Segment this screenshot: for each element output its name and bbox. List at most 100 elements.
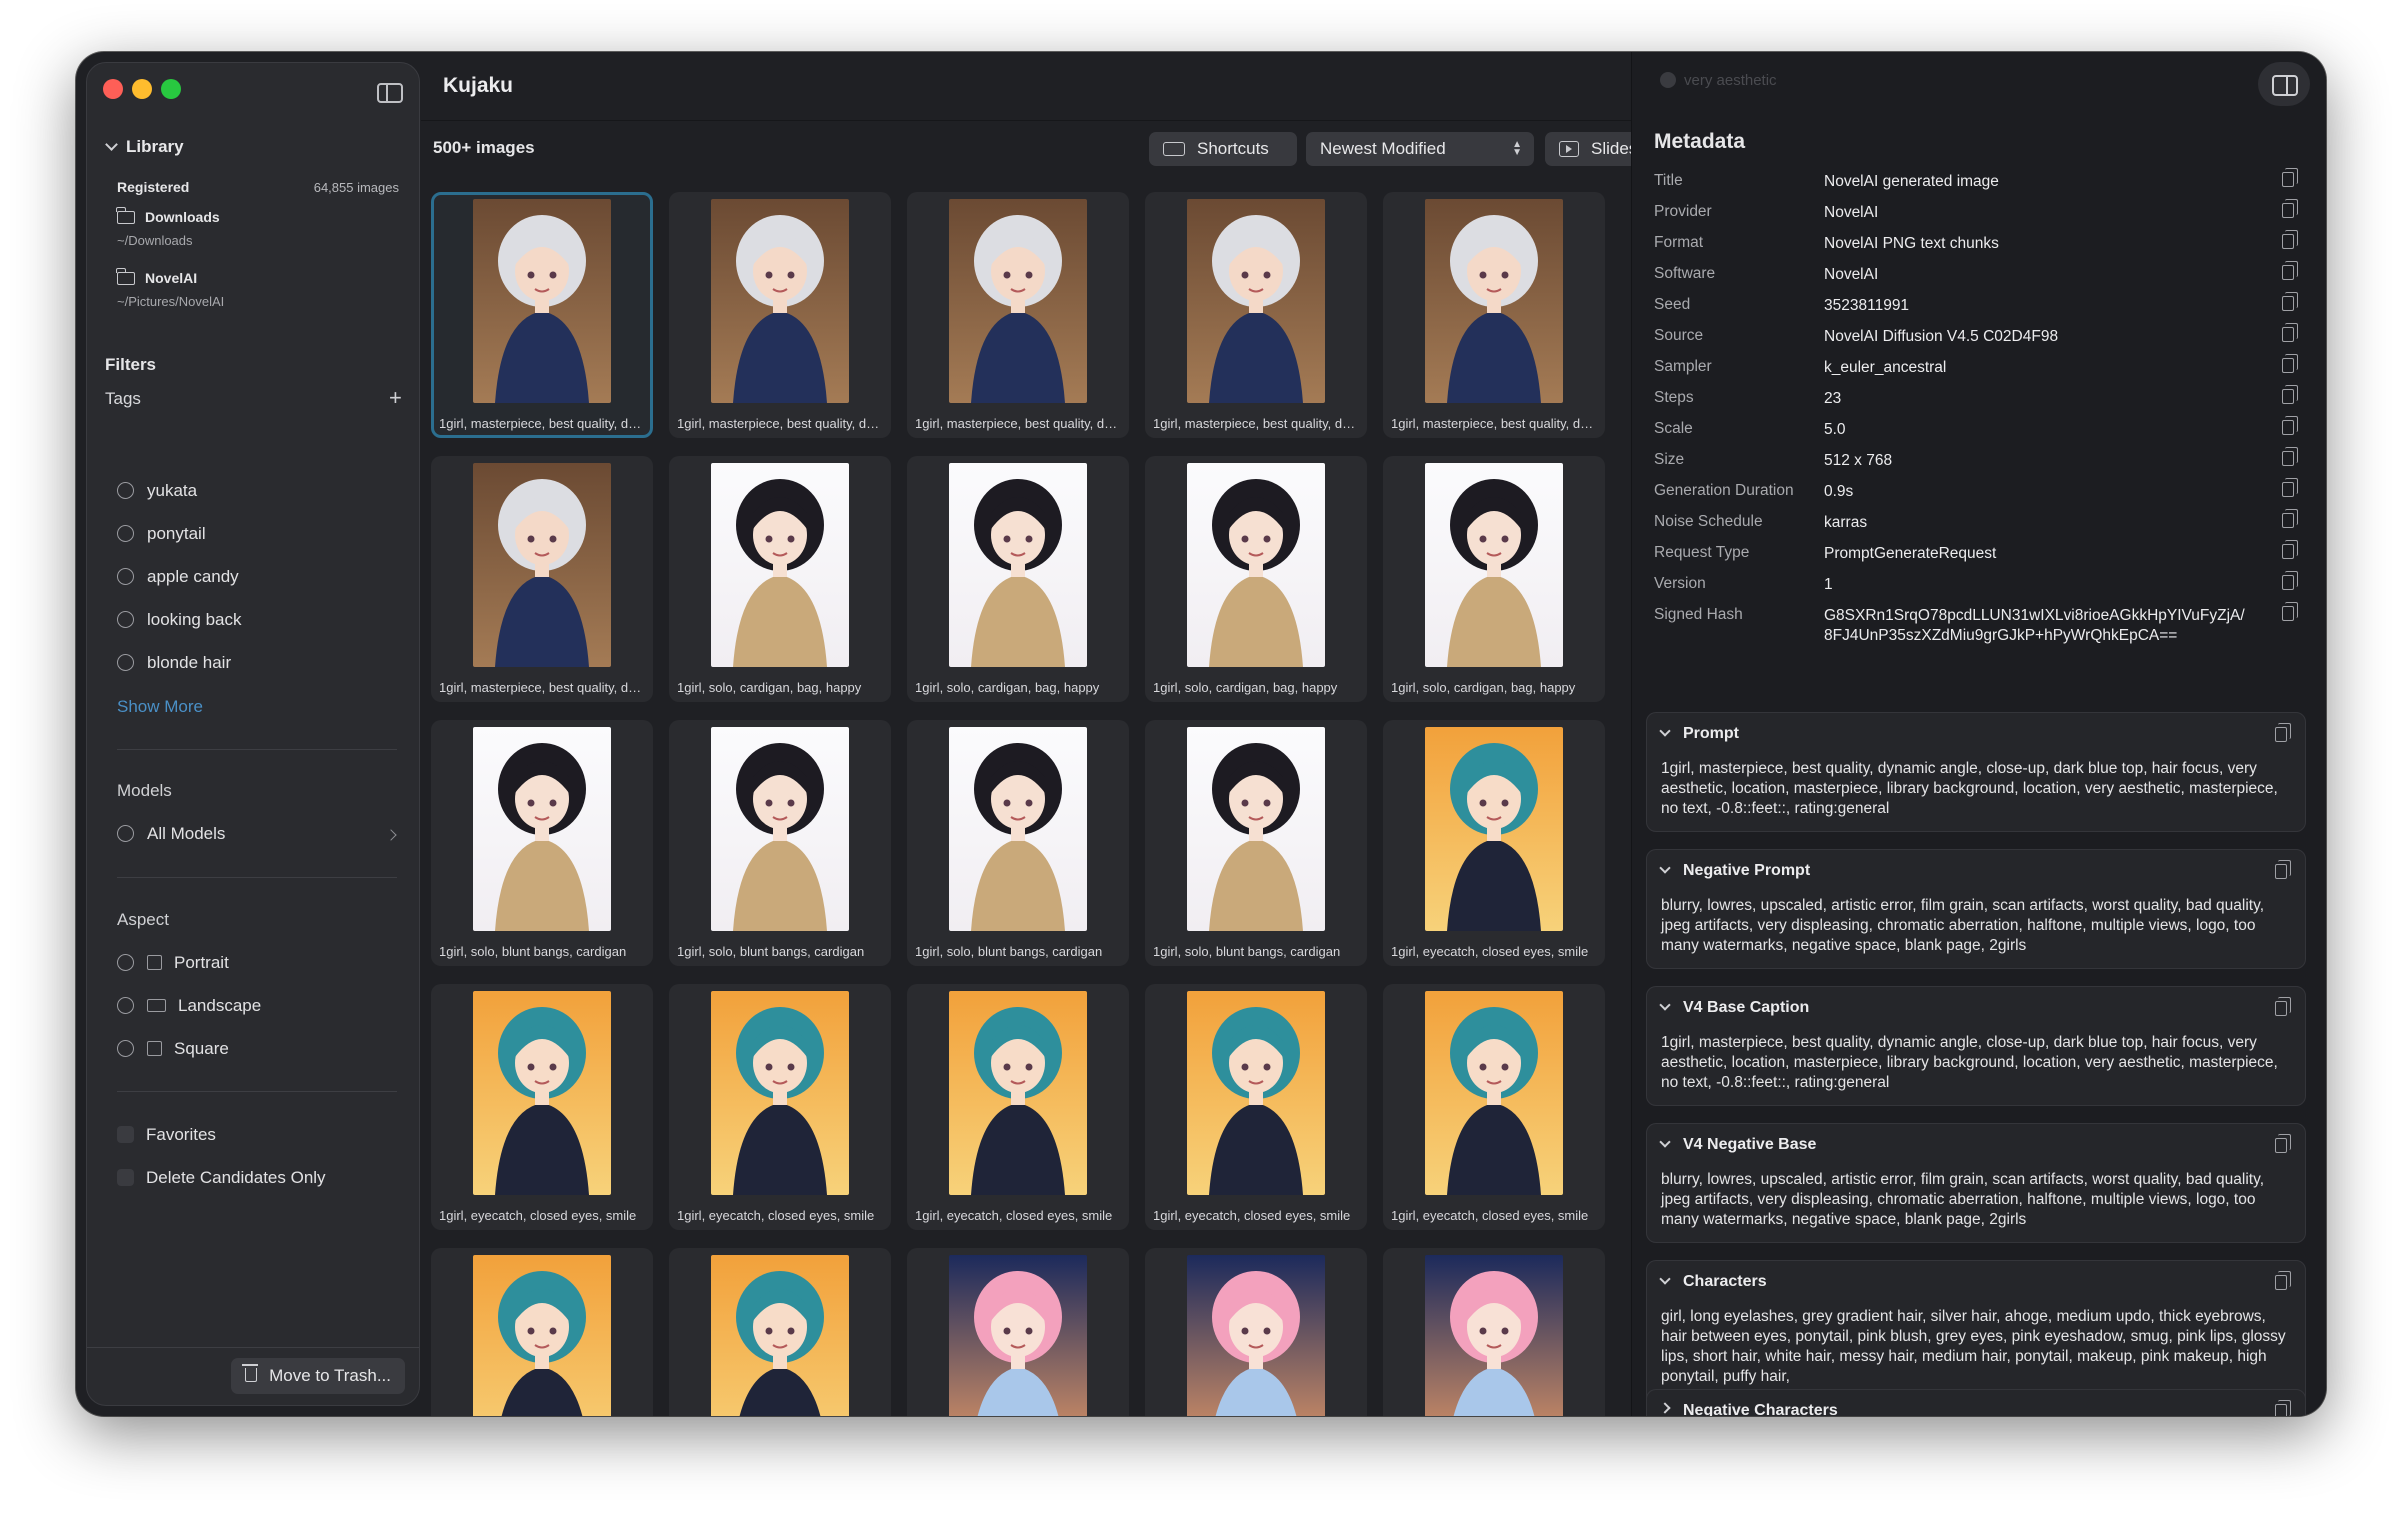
tag-yukata[interactable]: yukata [117,481,197,501]
show-more-link[interactable]: Show More [117,697,203,717]
copy-icon[interactable] [2282,416,2298,435]
thumbnail-caption: 1girl, eyecatch, closed eyes, smile [1153,1208,1351,1223]
image-thumbnail-cell[interactable]: 1girl, eyecatch, closed eyes, smile [431,984,653,1230]
sort-select[interactable]: Newest Modified ▲ ▼ [1306,132,1534,166]
thumbnail-image [711,727,849,931]
image-thumbnail-cell[interactable]: 1girl, solo, cardigan, bag, happy [1145,456,1367,702]
image-thumbnail-cell[interactable]: 1girl, eyecatch, closed eyes, smile [907,984,1129,1230]
copy-icon[interactable] [2282,168,2298,187]
section-negative-characters[interactable]: Negative Characters [1646,1389,2306,1416]
image-thumbnail-cell[interactable]: 1girl, masterpiece, best quality, dynami… [431,192,653,438]
copy-icon[interactable] [2282,509,2298,528]
thumbnail-image [949,727,1087,931]
copy-icon[interactable] [2282,540,2298,559]
copy-icon[interactable] [2275,1134,2291,1153]
image-thumbnail-cell[interactable]: 1girl, solo, blunt bangs, cardigan [907,720,1129,966]
tag-blonde-hair[interactable]: blonde hair [117,653,231,673]
aspect-square[interactable]: Square [117,1039,229,1059]
delete-candidates-checkbox[interactable]: Delete Candidates Only [117,1168,326,1188]
copy-icon[interactable] [2275,723,2291,742]
image-thumbnail-cell[interactable]: 1girl, masterpiece, best quality, dynami… [1145,192,1367,438]
copy-icon[interactable] [2282,478,2298,497]
copy-icon[interactable] [2282,230,2298,249]
image-thumbnail-cell[interactable]: 1girl, solo, blunt bangs, cardigan [669,720,891,966]
copy-icon[interactable] [2275,997,2291,1016]
metadata-key: Steps [1654,389,1694,406]
image-thumbnail-cell[interactable]: 1girl, eyecatch, closed eyes, smile [1145,984,1367,1230]
copy-icon[interactable] [2282,571,2298,590]
folder-downloads[interactable]: Downloads ~/Downloads [116,207,397,248]
section-header[interactable]: V4 Negative Base [1659,1136,1816,1154]
chevron-down-icon [1659,999,1671,1011]
thumbnail-caption: 1girl, masterpiece, best quality, dynami… [439,416,647,431]
registered-label[interactable]: Registered [117,179,189,195]
metadata-value: 0.9s [1824,483,1854,500]
image-thumbnail-cell[interactable]: 1girl, solo, blunt bangs, cardigan [431,720,653,966]
copy-icon[interactable] [2282,602,2298,621]
image-thumbnail-cell[interactable]: 1girl, eyecatch, closed eyes, smile [669,984,891,1230]
all-models-option[interactable]: All Models [117,824,225,844]
image-thumbnail-cell[interactable] [1383,1248,1605,1416]
thumbnail-caption: 1girl, solo, cardigan, bag, happy [1153,680,1338,695]
library-header[interactable]: Library [105,137,184,157]
copy-icon[interactable] [2275,860,2291,879]
aspect-landscape[interactable]: Landscape [117,996,261,1016]
image-thumbnail-cell[interactable] [1145,1248,1367,1416]
shortcuts-button[interactable]: Shortcuts [1149,132,1297,166]
chevron-down-icon [1659,1273,1671,1285]
zoom-window-button[interactable] [161,79,181,99]
image-thumbnail-cell[interactable] [669,1248,891,1416]
copy-icon[interactable] [2282,199,2298,218]
sidebar-toggle-icon[interactable] [377,83,403,103]
image-grid: 1girl, masterpiece, best quality, dynami… [431,192,1621,1416]
image-thumbnail-cell[interactable]: 1girl, solo, cardigan, bag, happy [669,456,891,702]
section-prompt[interactable]: Prompt 1girl, masterpiece, best quality, … [1646,712,2306,832]
close-window-button[interactable] [103,79,123,99]
copy-icon[interactable] [2275,1400,2291,1416]
copy-icon[interactable] [2282,447,2298,466]
section-negative-prompt[interactable]: Negative Prompt blurry, lowres, upscaled,… [1646,849,2306,969]
inspector-panel: very aesthetic Metadata Title NovelAI gen… [1631,52,2326,1416]
image-thumbnail-cell[interactable]: 1girl, masterpiece, best quality, dynami… [907,192,1129,438]
copy-icon[interactable] [2282,354,2298,373]
image-thumbnail-cell[interactable]: 1girl, solo, cardigan, bag, happy [907,456,1129,702]
image-thumbnail-cell[interactable]: 1girl, masterpiece, best quality, dynami… [431,456,653,702]
metadata-key: Signed Hash [1654,606,1743,623]
section-header[interactable]: V4 Base Caption [1659,999,1809,1017]
copy-icon[interactable] [2282,261,2298,280]
folder-novelai[interactable]: NovelAI ~/Pictures/NovelAI [116,268,397,309]
minimize-window-button[interactable] [132,79,152,99]
tag-looking-back[interactable]: looking back [117,610,242,630]
radio-icon [117,654,134,671]
section-header[interactable]: Negative Characters [1659,1402,1838,1416]
image-thumbnail-cell[interactable]: 1girl, masterpiece, best quality, dynami… [669,192,891,438]
section-header[interactable]: Characters [1659,1273,1767,1291]
image-thumbnail-cell[interactable]: 1girl, eyecatch, closed eyes, smile [1383,720,1605,966]
copy-icon[interactable] [2282,385,2298,404]
metadata-value: G8SXRn1SrqO78pcdLLUN31wIXLvi8rioeAGkkHpY… [1824,607,2245,644]
inspector-toggle-icon[interactable] [2258,62,2310,106]
chevron-down-icon [1659,862,1671,874]
tag-ponytail[interactable]: ponytail [117,524,206,544]
section-header[interactable]: Negative Prompt [1659,862,1810,880]
copy-icon[interactable] [2275,1271,2291,1290]
image-thumbnail-cell[interactable]: 1girl, eyecatch, closed eyes, smile [1383,984,1605,1230]
keyboard-icon [1163,142,1185,156]
add-tag-icon[interactable]: + [389,387,402,409]
aspect-portrait[interactable]: Portrait [117,953,229,973]
copy-icon[interactable] [2282,323,2298,342]
tag-apple-candy[interactable]: apple candy [117,567,239,587]
chevron-right-icon[interactable] [385,829,397,841]
favorites-checkbox[interactable]: Favorites [117,1125,216,1145]
image-thumbnail-cell[interactable]: 1girl, solo, blunt bangs, cardigan [1145,720,1367,966]
move-to-trash-button[interactable]: Move to Trash... [231,1358,405,1394]
section-header[interactable]: Prompt [1659,725,1739,743]
thumbnail-image [473,463,611,667]
section-v4-base-caption[interactable]: V4 Base Caption 1girl, masterpiece, best … [1646,986,2306,1106]
image-thumbnail-cell[interactable]: 1girl, masterpiece, best quality, dynami… [1383,192,1605,438]
image-thumbnail-cell[interactable] [431,1248,653,1416]
image-thumbnail-cell[interactable]: 1girl, solo, cardigan, bag, happy [1383,456,1605,702]
section-v4-negative-base[interactable]: V4 Negative Base blurry, lowres, upscaled… [1646,1123,2306,1243]
image-thumbnail-cell[interactable] [907,1248,1129,1416]
copy-icon[interactable] [2282,292,2298,311]
